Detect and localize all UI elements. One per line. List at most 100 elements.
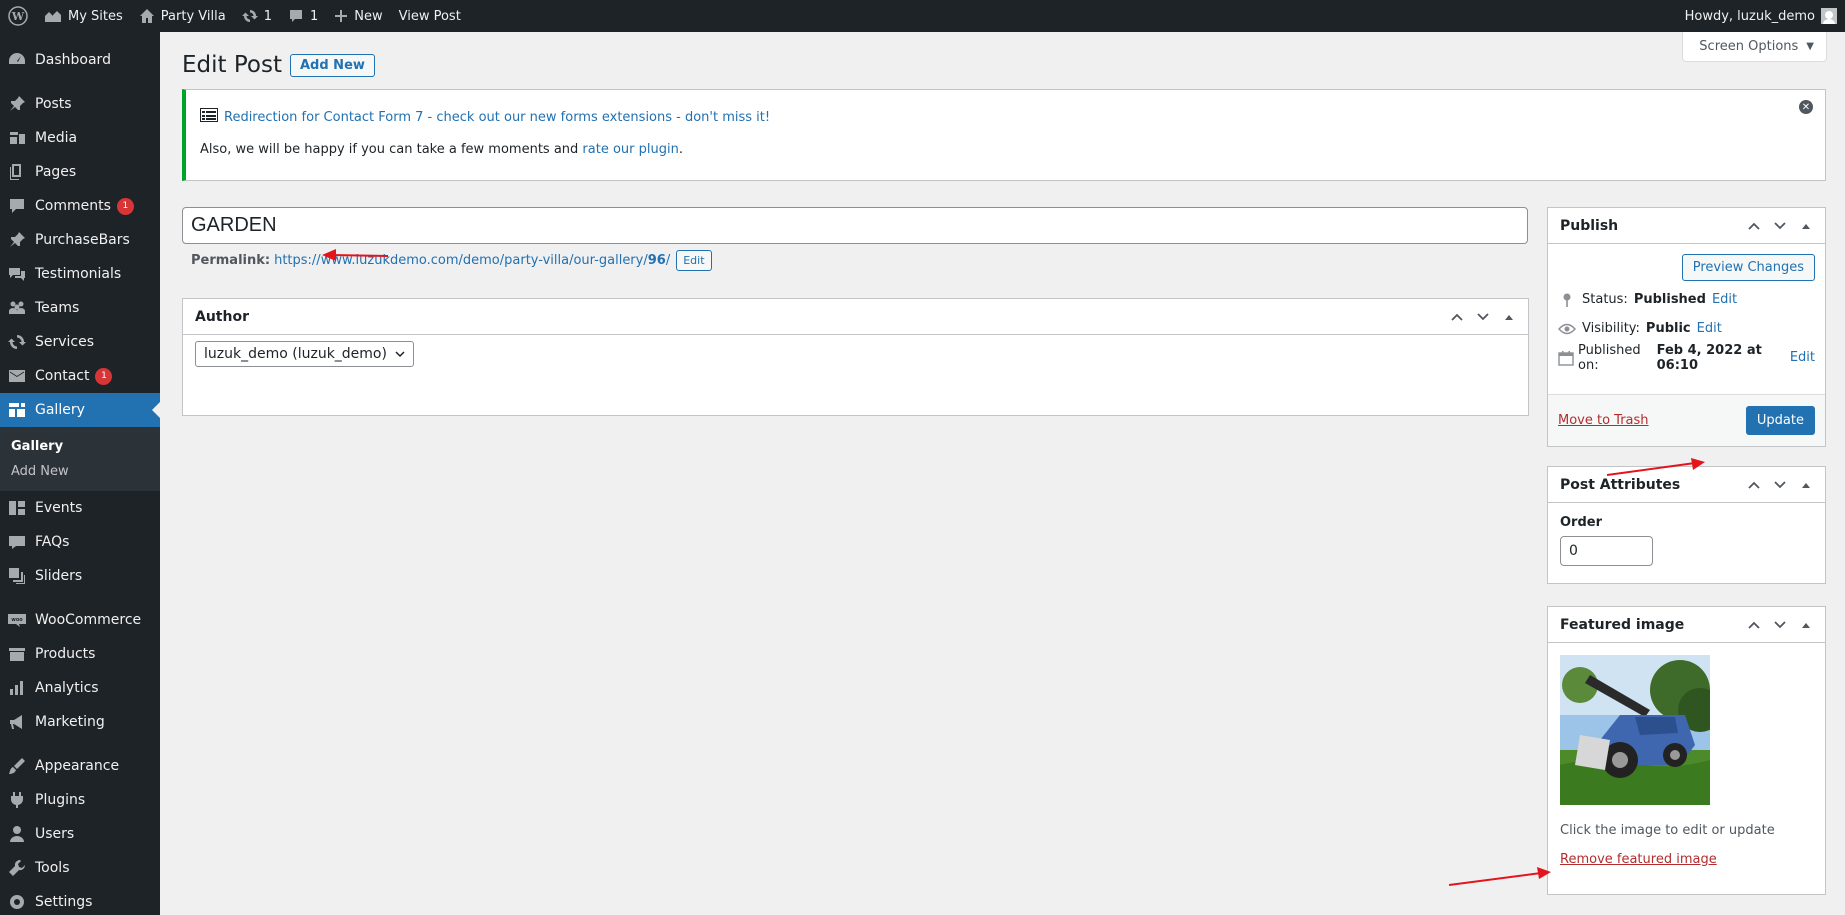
sidebar-item-analytics[interactable]: Analytics xyxy=(0,671,160,705)
page-title: Edit Post xyxy=(182,52,282,78)
updates-menu[interactable]: 1 xyxy=(234,0,280,32)
wordpress-logo-icon[interactable]: W xyxy=(0,0,36,32)
screen-options-button[interactable]: Screen Options ▼ xyxy=(1682,32,1827,62)
sidebar-item-label: FAQs xyxy=(35,534,70,550)
sidebar-item-label: WooCommerce xyxy=(35,612,142,628)
users-icon xyxy=(7,824,27,844)
move-to-trash-link[interactable]: Move to Trash xyxy=(1558,413,1649,428)
sidebar-item-gallery[interactable]: Gallery xyxy=(0,393,160,427)
author-metabox: Author luzuk_demo (luzuk_demo) xyxy=(182,298,1529,416)
move-down-icon[interactable] xyxy=(1773,618,1787,632)
sidebar-item-woocommerce[interactable]: woo WooCommerce xyxy=(0,603,160,637)
pin-icon xyxy=(7,94,27,114)
update-button[interactable]: Update xyxy=(1745,406,1815,435)
post-title-input[interactable]: GARDEN xyxy=(182,207,1528,244)
sidebar-item-contact[interactable]: Contact 1 xyxy=(0,359,160,393)
sidebar-item-events[interactable]: Events xyxy=(0,491,160,525)
sidebar-item-tools[interactable]: Tools xyxy=(0,851,160,885)
edit-date-link[interactable]: Edit xyxy=(1790,350,1815,365)
svg-text:W: W xyxy=(11,10,25,23)
site-name-menu[interactable]: Party Villa xyxy=(131,0,234,32)
user-account-menu[interactable]: Howdy, luzuk_demo xyxy=(1677,0,1845,32)
settings-icon xyxy=(7,892,27,912)
sidebar-item-label: Contact xyxy=(35,368,90,384)
permalink-end: / xyxy=(665,253,671,268)
submenu-item-add-new[interactable]: Add New xyxy=(0,459,160,484)
sidebar-item-label: Marketing xyxy=(35,714,105,730)
sidebar-item-label: Testimonials xyxy=(35,266,122,282)
move-up-icon[interactable] xyxy=(1747,219,1761,233)
chevron-down-icon xyxy=(395,346,405,362)
sidebar-item-label: Appearance xyxy=(35,758,120,774)
sidebar-item-faqs[interactable]: FAQs xyxy=(0,525,160,559)
sidebar-item-label: PurchaseBars xyxy=(35,232,130,248)
notice-promo-link[interactable]: Redirection for Contact Form 7 - check o… xyxy=(224,110,770,125)
toggle-panel-icon[interactable] xyxy=(1502,310,1516,324)
move-up-icon[interactable] xyxy=(1747,478,1761,492)
toggle-panel-icon[interactable] xyxy=(1799,618,1813,632)
site-name-label: Party Villa xyxy=(160,8,226,24)
dismiss-notice-icon[interactable]: ✕ xyxy=(1799,100,1813,114)
notice-text-suffix: . xyxy=(678,142,683,157)
rate-plugin-link[interactable]: rate our plugin xyxy=(582,142,678,157)
add-new-button[interactable]: Add New xyxy=(289,53,375,77)
events-icon xyxy=(7,498,27,518)
edit-permalink-button[interactable]: Edit xyxy=(676,250,712,271)
plugins-icon xyxy=(7,790,27,810)
sidebar-item-label: Posts xyxy=(35,96,72,112)
sidebar-item-sliders[interactable]: Sliders xyxy=(0,559,160,593)
sidebar-item-users[interactable]: Users xyxy=(0,817,160,851)
featured-image-thumbnail[interactable] xyxy=(1560,655,1722,805)
move-up-icon[interactable] xyxy=(1450,310,1464,324)
order-label: Order xyxy=(1560,515,1602,530)
sidebar-item-teams[interactable]: Teams xyxy=(0,291,160,325)
sidebar-item-label: Services xyxy=(35,334,95,350)
pin-icon xyxy=(1558,292,1576,308)
sidebar-item-label: Dashboard xyxy=(35,52,111,68)
featured-image-metabox: Featured image Click the image to edit o… xyxy=(1547,606,1826,895)
author-metabox-header: Author xyxy=(183,299,1528,335)
sidebar-item-services[interactable]: Services xyxy=(0,325,160,359)
status-label: Status: xyxy=(1582,292,1628,307)
toggle-panel-icon[interactable] xyxy=(1799,478,1813,492)
sidebar-item-products[interactable]: Products xyxy=(0,637,160,671)
sidebar-item-media[interactable]: Media xyxy=(0,121,160,155)
post-title-value: GARDEN xyxy=(191,214,277,236)
sidebar-item-settings[interactable]: Settings xyxy=(0,885,160,915)
sidebar-item-pages[interactable]: Pages xyxy=(0,155,160,189)
sidebar-item-comments[interactable]: Comments 1 xyxy=(0,189,160,223)
author-select[interactable]: luzuk_demo (luzuk_demo) xyxy=(195,341,414,367)
sidebar-item-plugins[interactable]: Plugins xyxy=(0,783,160,817)
faq-icon xyxy=(7,532,27,552)
products-icon xyxy=(7,644,27,664)
move-up-icon[interactable] xyxy=(1747,618,1761,632)
view-post-link[interactable]: View Post xyxy=(391,0,469,32)
toggle-panel-icon[interactable] xyxy=(1799,219,1813,233)
sidebar-item-purchasebars[interactable]: PurchaseBars xyxy=(0,223,160,257)
sidebar-item-dashboard[interactable]: Dashboard xyxy=(0,43,160,77)
caret-down-icon: ▼ xyxy=(1806,41,1814,52)
edit-visibility-link[interactable]: Edit xyxy=(1697,321,1722,336)
sidebar-item-posts[interactable]: Posts xyxy=(0,87,160,121)
my-sites-menu[interactable]: My Sites xyxy=(36,0,131,32)
comments-menu[interactable]: 1 xyxy=(280,0,326,32)
sidebar-item-label: Sliders xyxy=(35,568,83,584)
sidebar-item-appearance[interactable]: Appearance xyxy=(0,749,160,783)
order-input[interactable]: 0 xyxy=(1560,536,1653,566)
edit-status-link[interactable]: Edit xyxy=(1712,292,1737,307)
publish-metabox: Publish Preview Changes Status: Publishe… xyxy=(1547,207,1826,447)
status-value: Published xyxy=(1633,292,1706,307)
new-content-menu[interactable]: New xyxy=(326,0,390,32)
preview-changes-button[interactable]: Preview Changes xyxy=(1681,254,1815,281)
move-down-icon[interactable] xyxy=(1773,478,1787,492)
move-down-icon[interactable] xyxy=(1476,310,1490,324)
sidebar-item-marketing[interactable]: Marketing xyxy=(0,705,160,739)
sidebar-item-testimonials[interactable]: Testimonials xyxy=(0,257,160,291)
remove-featured-image-link[interactable]: Remove featured image xyxy=(1560,852,1717,867)
services-icon xyxy=(7,332,27,352)
submenu-item-gallery[interactable]: Gallery xyxy=(0,434,160,459)
move-down-icon[interactable] xyxy=(1773,219,1787,233)
sidebar-item-label: Pages xyxy=(35,164,77,180)
published-label: Published on: xyxy=(1578,342,1641,373)
sidebar-item-label: Comments xyxy=(35,198,111,214)
